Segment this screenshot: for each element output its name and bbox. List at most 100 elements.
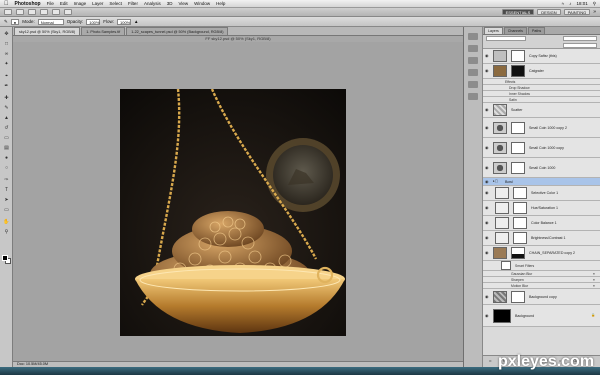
menu-image[interactable]: Image	[74, 1, 87, 6]
foreground-color-swatch[interactable]	[2, 255, 8, 261]
menu-select[interactable]: Select	[109, 1, 122, 6]
type-tool-icon[interactable]: T	[3, 187, 10, 193]
layer-mask-thumbnail[interactable]	[513, 202, 527, 214]
layer-row[interactable]: ◉ Background 🔒	[483, 305, 600, 327]
tab-channels[interactable]: Channels	[503, 27, 527, 34]
layer-mask-thumbnail[interactable]	[511, 291, 525, 303]
crop-tool-icon[interactable]: ⌖	[3, 73, 10, 79]
brush-tool-icon[interactable]: ✎	[3, 105, 10, 111]
visibility-eye-icon[interactable]: ◉	[485, 251, 490, 255]
history-brush-icon[interactable]: ↺	[3, 125, 10, 131]
layer-mask-thumbnail[interactable]	[511, 50, 525, 62]
wifi-icon[interactable]: ≈	[562, 1, 564, 6]
app-menu[interactable]: Photoshop	[15, 1, 41, 7]
layer-row[interactable]: ◉ Scatter	[483, 103, 600, 118]
eyedropper-icon[interactable]: ✒	[3, 83, 10, 89]
filter-options-icon[interactable]: ≡	[593, 272, 595, 276]
healing-brush-icon[interactable]: ✚	[3, 95, 10, 101]
visibility-eye-icon[interactable]: ◉	[485, 165, 490, 170]
menu-view[interactable]: View	[178, 1, 188, 6]
mode-select[interactable]: Normal	[37, 18, 64, 25]
filter-options-icon[interactable]: ≡	[593, 278, 595, 282]
move-tool-icon[interactable]: ✥	[3, 31, 10, 37]
swatches-panel-icon[interactable]	[468, 69, 478, 76]
layer-row[interactable]: ◉ Hue/Saturation 1	[483, 201, 600, 216]
masks-panel-icon[interactable]	[468, 93, 478, 100]
volume-icon[interactable]: ♪	[569, 1, 571, 6]
menu-help[interactable]: Help	[216, 1, 225, 6]
menu-window[interactable]: Window	[194, 1, 210, 6]
link-layers-icon[interactable]: ∞	[489, 359, 491, 363]
filter-options-icon[interactable]: ≡	[593, 284, 595, 288]
layer-mask-thumbnail[interactable]	[511, 65, 525, 77]
layer-row[interactable]: ◉ Selective Color 1	[483, 186, 600, 201]
gradient-icon[interactable]: ▤	[3, 145, 10, 151]
layer-mask-thumbnail[interactable]	[513, 217, 527, 229]
document-tab[interactable]: 1. Photo.Samples.tif	[81, 27, 126, 35]
layer-row[interactable]: ◉ Brightness/Contrast 1	[483, 231, 600, 246]
visibility-eye-icon[interactable]: ◉	[485, 313, 490, 318]
layer-row[interactable]: ◉ Color Balance 1	[483, 216, 600, 231]
layer-mask-thumbnail[interactable]	[513, 232, 527, 244]
workspace-more-icon[interactable]: »	[593, 9, 596, 15]
view-extras-button[interactable]	[28, 9, 36, 15]
layer-row[interactable]: ◉ Small Coin 1000 copy 2	[483, 118, 600, 138]
brush-preset-picker[interactable]: ●	[10, 18, 20, 25]
flow-field[interactable]: 100%	[117, 18, 131, 25]
dodge-tool-icon[interactable]: ○	[3, 165, 10, 171]
visibility-eye-icon[interactable]: ◉	[485, 54, 490, 58]
mini-bridge-button[interactable]	[16, 9, 24, 15]
clone-stamp-icon[interactable]: ▲	[3, 115, 10, 121]
tab-paths[interactable]: Paths	[527, 27, 546, 34]
blend-mode-select[interactable]	[486, 36, 526, 41]
folder-icon[interactable]: ▸▢	[493, 179, 498, 183]
layer-mask-thumbnail[interactable]	[511, 142, 525, 154]
layer-opacity-field[interactable]	[563, 36, 597, 41]
bridge-button[interactable]	[4, 9, 12, 15]
menu-analysis[interactable]: Analysis	[144, 1, 161, 6]
visibility-eye-icon[interactable]: ◉	[485, 221, 490, 225]
arrange-documents-button[interactable]	[52, 9, 60, 15]
layer-mask-thumbnail[interactable]	[513, 187, 527, 199]
menu-edit[interactable]: Edit	[60, 1, 68, 6]
adjustments-panel-icon[interactable]	[468, 81, 478, 88]
menu-filter[interactable]: Filter	[128, 1, 138, 6]
actions-panel-icon[interactable]	[468, 45, 478, 52]
spotlight-search-icon[interactable]: ⚲	[593, 1, 596, 7]
document-tab[interactable]: 1-22_scapes_tunnel.psd @ 50% (Background…	[126, 27, 229, 35]
workspace-design[interactable]: DESIGN	[537, 9, 561, 15]
history-panel-icon[interactable]	[468, 33, 478, 40]
layer-row[interactable]: ◉ Catgraler	[483, 64, 600, 79]
workspace-painting[interactable]: PAINTING	[563, 9, 591, 15]
menu-file[interactable]: File	[47, 1, 54, 6]
visibility-eye-icon[interactable]: ◉	[485, 294, 490, 299]
layer-mask-thumbnail[interactable]	[511, 162, 525, 174]
canvas-artwork[interactable]	[120, 89, 346, 336]
layer-row[interactable]: ◉ Small Coin 1000 copy	[483, 138, 600, 158]
visibility-eye-icon[interactable]: ◉	[485, 125, 490, 130]
zoom-level-button[interactable]	[40, 9, 48, 15]
airbrush-icon[interactable]: ▲	[134, 19, 138, 24]
workspace-essentials[interactable]: ESSENTIALS	[501, 9, 535, 15]
visibility-eye-icon[interactable]: ◉	[485, 145, 490, 150]
layer-row[interactable]: ◉ Background copy	[483, 289, 600, 305]
layer-group-row[interactable]: ◉ ▸▢ Bowl	[483, 178, 600, 186]
layer-row[interactable]: ◉ Copy Saftsr (this)	[483, 49, 600, 64]
hand-tool-icon[interactable]: ✋	[3, 219, 10, 225]
zoom-tool-icon[interactable]: ⚲	[3, 229, 10, 235]
path-select-icon[interactable]: ➤	[3, 197, 10, 203]
layer-mask-thumbnail[interactable]	[511, 122, 525, 134]
visibility-eye-icon[interactable]: ◉	[485, 108, 490, 112]
visibility-eye-icon[interactable]: ◉	[485, 206, 490, 210]
smart-filter-mask[interactable]	[501, 261, 511, 270]
clock[interactable]: 18:01	[576, 1, 587, 6]
menu-3d[interactable]: 3D	[167, 1, 173, 6]
visibility-eye-icon[interactable]: ◉	[485, 69, 490, 73]
layer-row[interactable]: ◉ Small Coin 1000	[483, 158, 600, 178]
eraser-icon[interactable]: ▭	[3, 135, 10, 141]
visibility-eye-icon[interactable]: ◉	[485, 179, 490, 184]
opacity-field[interactable]: 100%	[86, 18, 101, 25]
pen-tool-icon[interactable]: ✑	[3, 177, 10, 183]
shape-tool-icon[interactable]: ▭	[3, 207, 10, 213]
visibility-eye-icon[interactable]: ◉	[485, 191, 490, 195]
